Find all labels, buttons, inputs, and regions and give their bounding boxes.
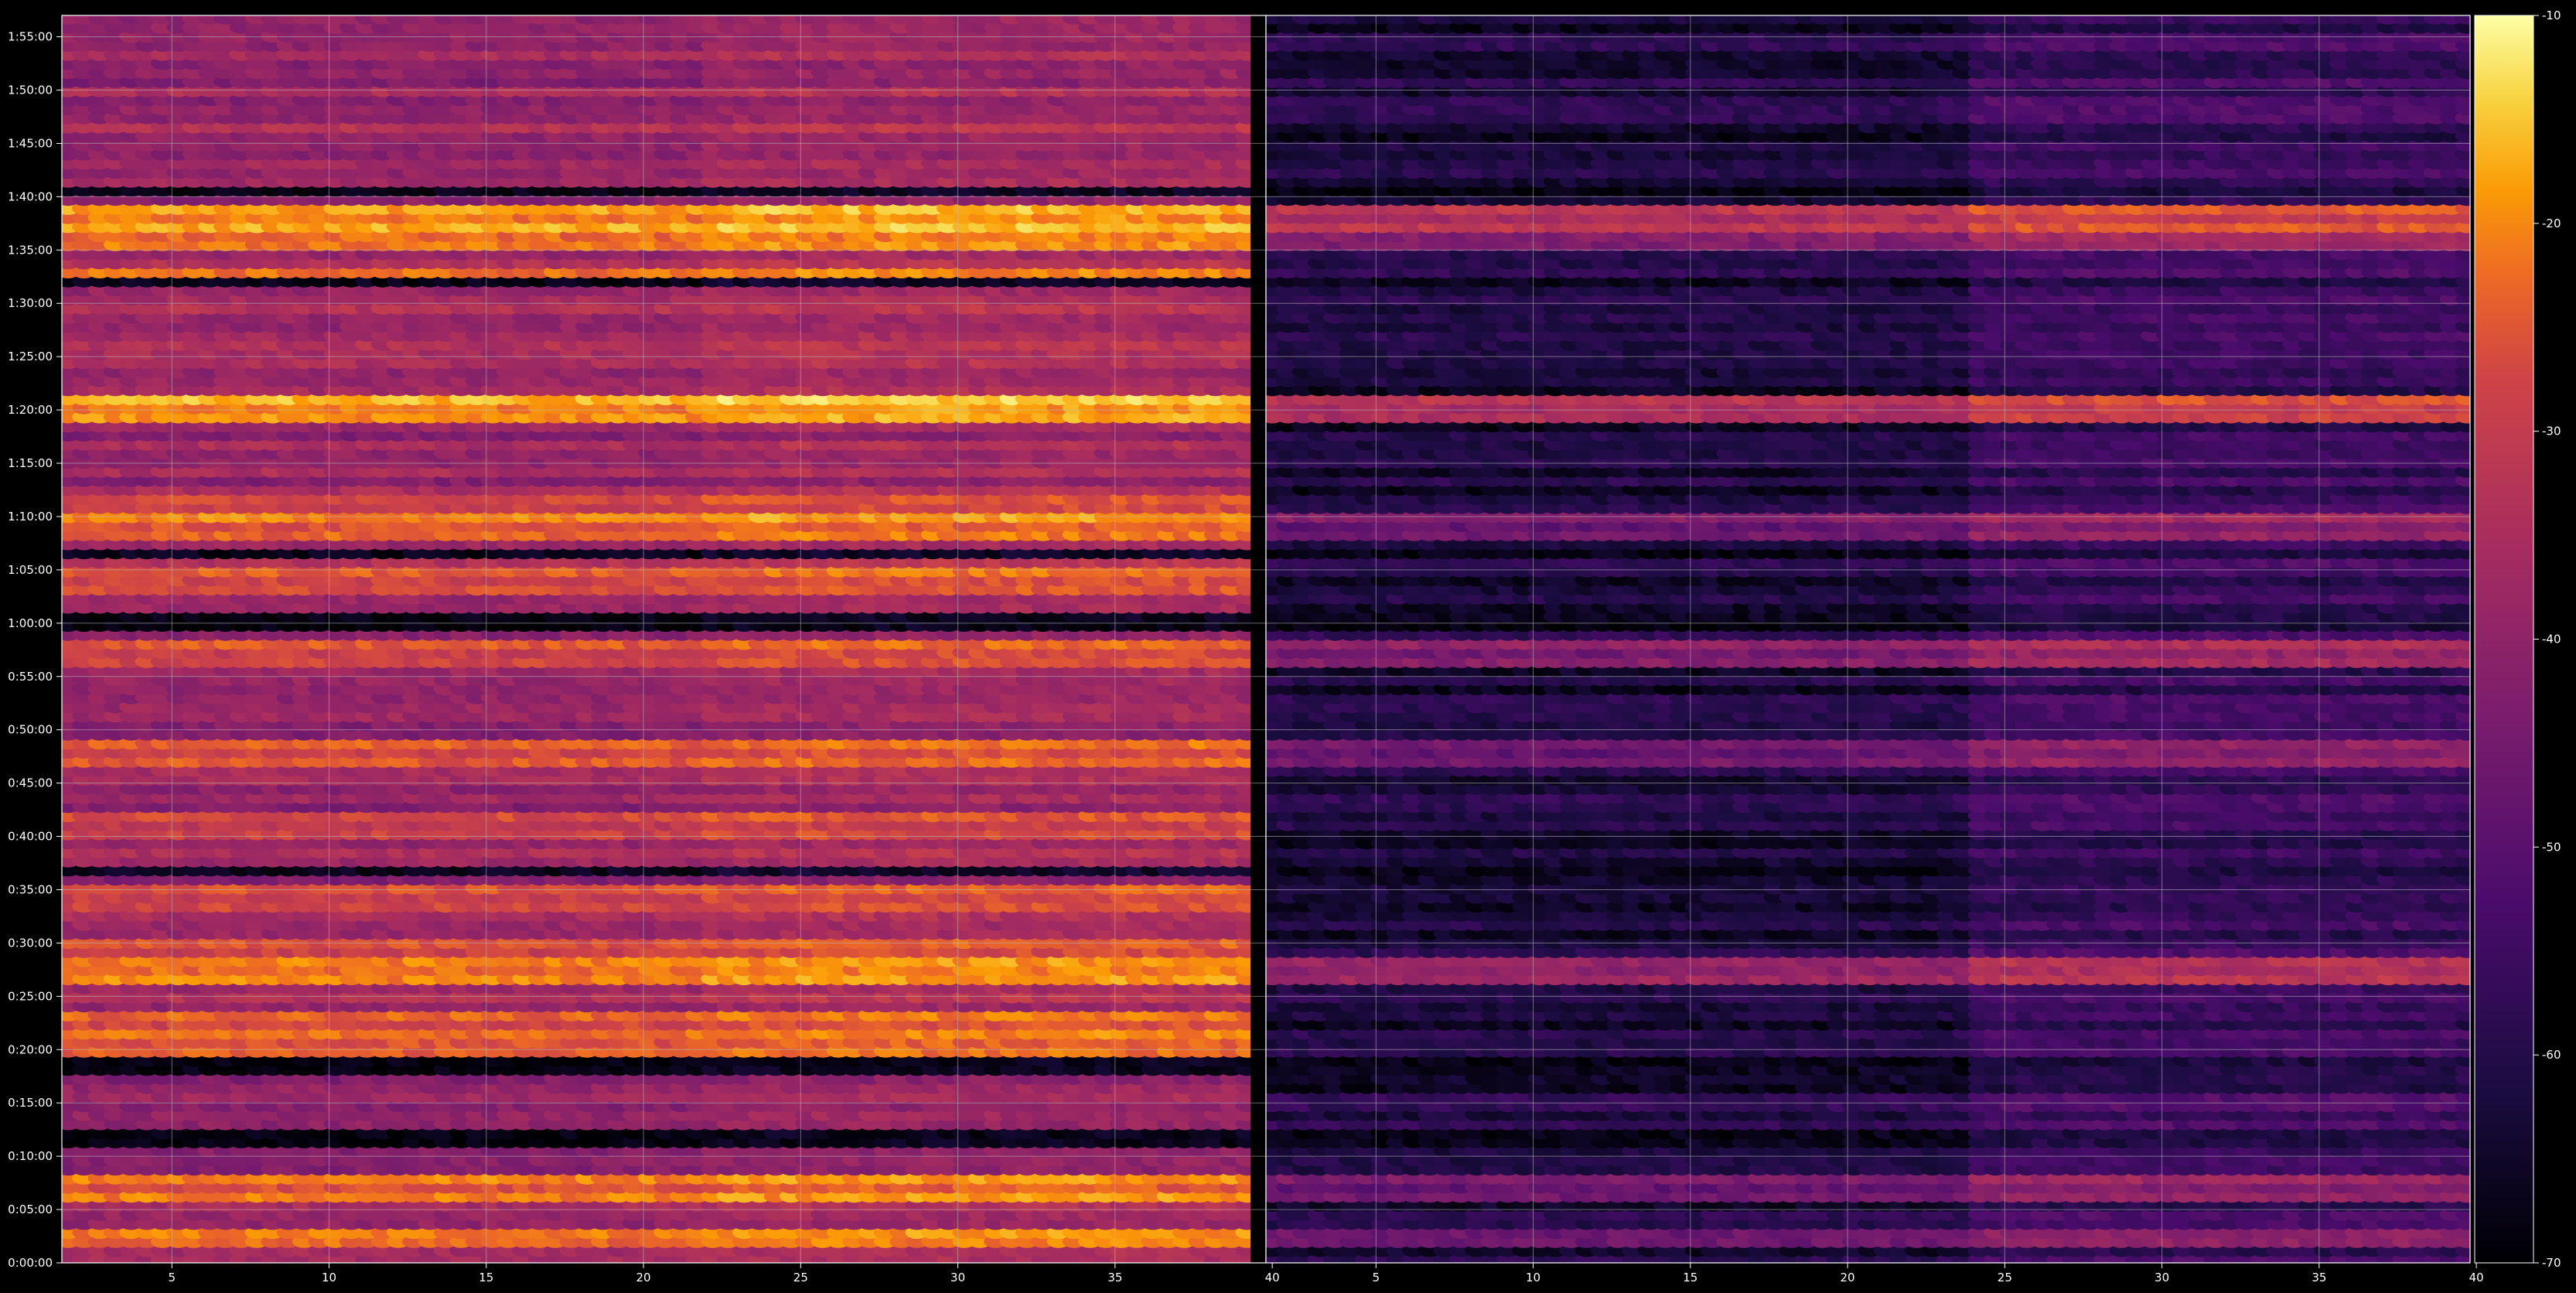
left-heatmap-panel: 0:00:000:05:000:10:000:15:000:20:000:25:… — [8, 15, 1280, 1284]
left-heatmap-cells — [62, 15, 1250, 1263]
spectrogram-figure: 0:00:000:05:000:10:000:15:000:20:000:25:… — [8, 9, 2561, 1284]
